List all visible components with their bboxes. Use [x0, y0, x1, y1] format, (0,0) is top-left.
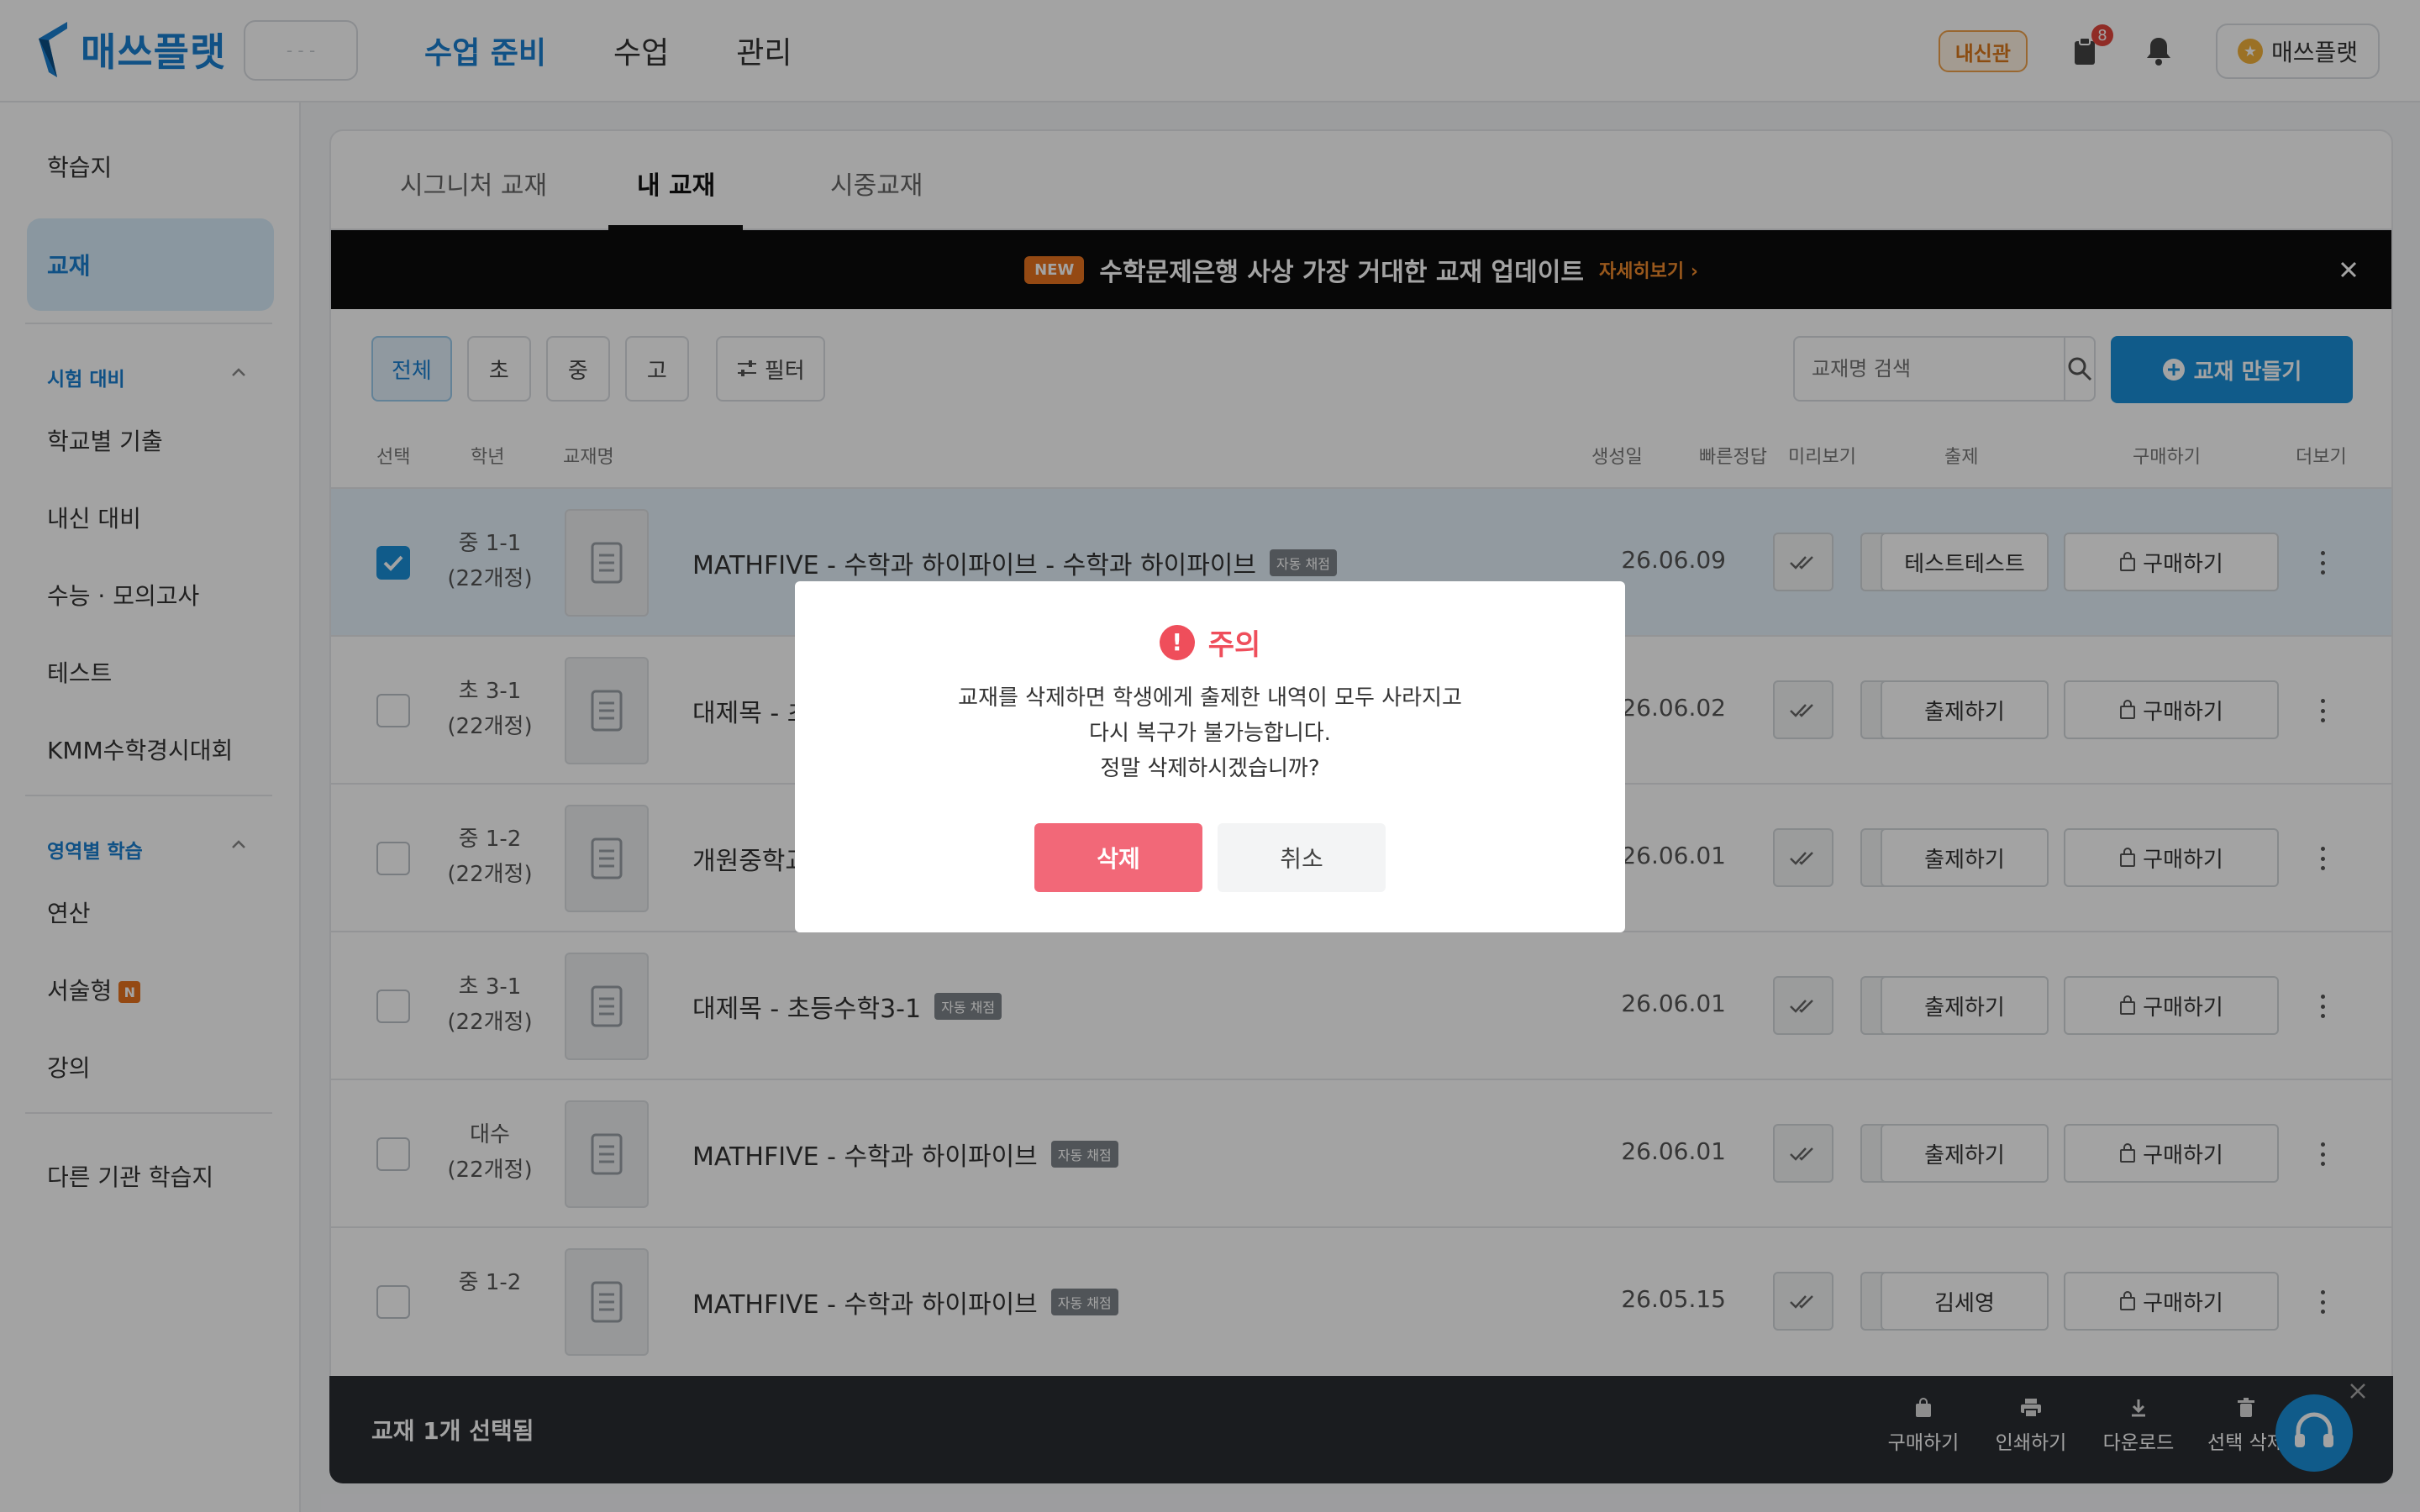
dialog-line-3: 정말 삭제하시겠습니까? — [1100, 756, 1320, 781]
dialog-line-1: 교재를 삭제하면 학생에게 출제한 내역이 모두 사라지고 — [958, 685, 1462, 711]
dialog-line-2: 다시 복구가 불가능합니다. — [1089, 721, 1331, 746]
cancel-button[interactable]: 취소 — [1218, 823, 1386, 892]
warning-icon: ! — [1159, 624, 1195, 660]
dialog-title: 주의 — [1207, 628, 1261, 662]
dialog-header: ! 주의 — [795, 622, 1625, 663]
dialog-message: 교재를 삭제하면 학생에게 출제한 내역이 모두 사라지고 다시 복구가 불가능… — [795, 680, 1625, 786]
delete-confirm-dialog: ! 주의 교재를 삭제하면 학생에게 출제한 내역이 모두 사라지고 다시 복구… — [795, 581, 1625, 932]
confirm-delete-button[interactable]: 삭제 — [1034, 823, 1202, 892]
dialog-buttons: 삭제 취소 — [795, 823, 1625, 892]
